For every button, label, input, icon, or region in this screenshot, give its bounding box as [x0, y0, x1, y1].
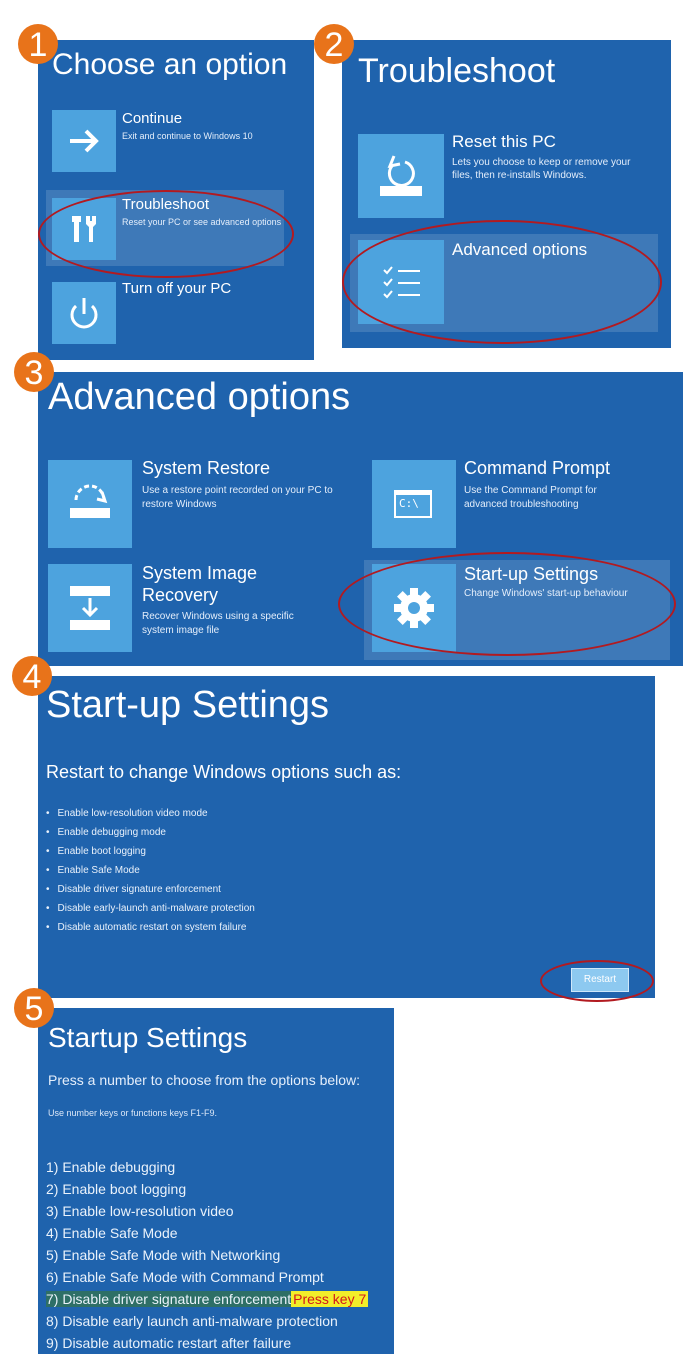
panel-start-up-settings: Start-up Settings Restart to change Wind…: [38, 676, 655, 998]
command-prompt-icon-text: C:\: [399, 497, 419, 510]
system-image-label: System Image Recovery: [142, 563, 258, 605]
list-item: 2) Enable boot logging: [46, 1181, 187, 1197]
list-item: Enable low-resolution video mode: [46, 804, 255, 823]
list-item: Enable debugging mode: [46, 823, 255, 842]
highlight-ring-restart: [540, 960, 654, 1002]
panel-title: Advanced options: [48, 376, 351, 418]
arrow-right-icon: [70, 129, 99, 153]
reset-tile: [358, 134, 444, 218]
continue-label: Continue: [122, 110, 183, 127]
continue-tile: [52, 110, 116, 172]
restore-icon: [70, 484, 110, 518]
system-image-description: Recover Windows using a specific system …: [142, 611, 294, 636]
option-turn-off[interactable]: Turn off your PC: [38, 278, 314, 348]
highlight-ring-advanced-options: [342, 220, 662, 344]
image-recovery-icon: [70, 586, 110, 630]
step-badge-1: 1: [18, 24, 58, 64]
option-bullet-list: Enable low-resolution video mode Enable …: [46, 804, 255, 937]
list-item-highlighted: 7) Disable driver signature enforcement P…: [46, 1288, 369, 1310]
option-7-text: 7) Disable driver signature enforcement: [46, 1291, 292, 1307]
list-item: 9) Disable automatic restart after failu…: [46, 1335, 292, 1351]
system-restore-label: System Restore: [142, 458, 271, 478]
highlight-ring-troubleshoot: [38, 190, 294, 278]
list-item: 8) Disable early launch anti-malware pro…: [46, 1313, 338, 1329]
list-item: 4) Enable Safe Mode: [46, 1225, 178, 1241]
step-badge-3: 3: [14, 352, 54, 392]
panel-subtitle: Restart to change Windows options such a…: [46, 762, 402, 782]
system-restore-description: Use a restore point recorded on your PC …: [142, 485, 333, 510]
panel-subtitle: Press a number to choose from the option…: [48, 1072, 361, 1088]
list-item: Enable boot logging: [46, 842, 255, 861]
list-item: 5) Enable Safe Mode with Networking: [46, 1247, 281, 1263]
reset-icon: [380, 155, 422, 196]
list-item: 1) Enable debugging: [46, 1159, 176, 1175]
list-item: 3) Enable low-resolution video: [46, 1203, 234, 1219]
option-system-image-recovery[interactable]: System Image Recovery Recover Windows us…: [38, 562, 358, 662]
press-key-7-callout: Press key 7: [291, 1291, 369, 1307]
option-continue[interactable]: Continue Exit and continue to Windows 10: [38, 110, 314, 180]
panel-hint: Use number keys or functions keys F1-F9.: [48, 1108, 218, 1118]
system-image-tile: [48, 564, 132, 652]
command-prompt-tile: C:\: [372, 460, 456, 548]
continue-description: Exit and continue to Windows 10: [122, 131, 253, 141]
power-icon: [70, 298, 98, 329]
list-item: Disable automatic restart on system fail…: [46, 918, 255, 937]
list-item: Enable Safe Mode: [46, 861, 255, 880]
option-system-restore[interactable]: System Restore Use a restore point recor…: [38, 458, 358, 554]
turn-off-label: Turn off your PC: [122, 280, 232, 297]
panel-startup-settings-menu: Startup Settings Press a number to choos…: [38, 1008, 394, 1354]
list-item: Disable driver signature enforcement: [46, 880, 255, 899]
command-prompt-label: Command Prompt: [464, 458, 611, 478]
list-item: 6) Enable Safe Mode with Command Prompt: [46, 1269, 324, 1285]
system-restore-tile: [48, 460, 132, 548]
highlight-ring-start-up-settings: [338, 552, 676, 656]
command-prompt-description: Use the Command Prompt for advanced trou…: [464, 485, 597, 510]
startup-options-list: 1) Enable debugging 2) Enable boot loggi…: [46, 1156, 369, 1354]
reset-label: Reset this PC: [452, 132, 556, 151]
turn-off-tile: [52, 282, 116, 344]
panel-title: Start-up Settings: [46, 684, 330, 726]
list-item: Disable early-launch anti-malware protec…: [46, 899, 255, 918]
step-badge-4: 4: [12, 656, 52, 696]
panel-title: Troubleshoot: [358, 52, 556, 90]
reset-description: Lets you choose to keep or remove your f…: [452, 157, 631, 181]
step-badge-5: 5: [14, 988, 54, 1028]
command-prompt-icon: C:\: [394, 490, 432, 518]
option-command-prompt[interactable]: C:\ Command Prompt Use the Command Promp…: [360, 458, 680, 554]
option-reset-pc[interactable]: Reset this PC Lets you choose to keep or…: [342, 130, 671, 220]
step-badge-2: 2: [314, 24, 354, 64]
panel-title: Startup Settings: [48, 1022, 248, 1053]
panel-title: Choose an option: [52, 48, 288, 81]
